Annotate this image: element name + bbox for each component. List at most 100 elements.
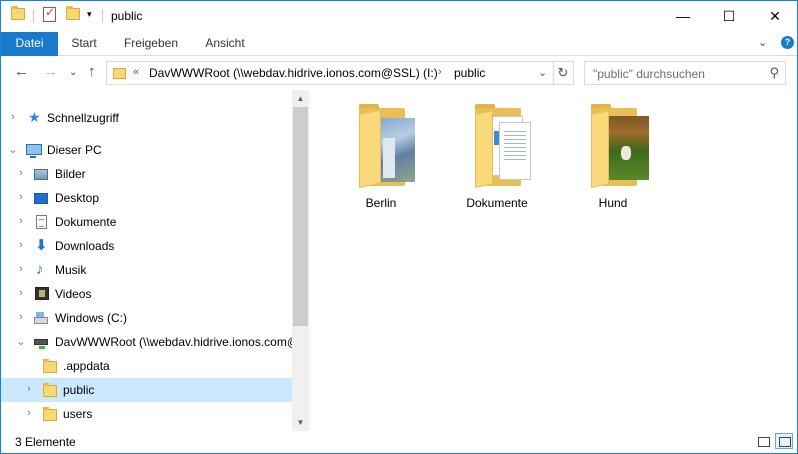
- qat-dropdown-icon[interactable]: ▾: [87, 9, 92, 20]
- nav-item-users[interactable]: › users: [1, 402, 292, 426]
- nav-label: Videos: [55, 287, 92, 301]
- pc-icon: [26, 144, 42, 158]
- nav-item-videos[interactable]: › Videos: [1, 282, 292, 306]
- title-separator: [102, 9, 103, 23]
- details-view-icon[interactable]: [754, 433, 772, 449]
- nav-label: Musik: [55, 263, 87, 277]
- up-button[interactable]: ↑: [88, 64, 96, 79]
- folder-label: Dokumente: [466, 196, 528, 210]
- tab-ansicht[interactable]: Ansicht: [197, 32, 253, 56]
- document-page: [499, 122, 531, 180]
- help-icon[interactable]: ?: [781, 36, 794, 49]
- folder-front: [591, 110, 609, 188]
- star-icon: ★: [28, 109, 41, 125]
- nav-item-desktop[interactable]: › Desktop: [1, 186, 292, 210]
- scroll-up-icon[interactable]: ▲: [292, 90, 309, 107]
- folder-photo-icon: [377, 118, 415, 182]
- network-drive-icon: [34, 339, 48, 349]
- expand-arrow-icon[interactable]: ›: [16, 191, 26, 203]
- nav-item-public[interactable]: › public: [1, 378, 292, 402]
- expand-arrow-icon[interactable]: ›: [16, 239, 26, 251]
- expand-arrow-icon[interactable]: ›: [16, 263, 26, 275]
- nav-label: .appdata: [63, 359, 110, 373]
- expand-arrow-icon[interactable]: ›: [16, 287, 26, 299]
- breadcrumb-drive[interactable]: DavWWWRoot (\\webdav.hidrive.ionos.com@S…: [149, 66, 438, 80]
- nav-label: Windows (C:): [55, 311, 128, 325]
- nav-item-schnellzugriff[interactable]: › ★ Schnellzugriff: [1, 106, 292, 130]
- refresh-button[interactable]: ↻: [553, 61, 574, 85]
- downloads-icon: ⬇: [35, 237, 48, 254]
- properties-icon[interactable]: ✓: [43, 5, 56, 22]
- expand-arrow-icon[interactable]: ›: [16, 215, 26, 227]
- large-icons-view-icon[interactable]: [775, 433, 793, 449]
- nav-label: Dokumente: [55, 215, 117, 229]
- folder-icon: [43, 407, 57, 421]
- expand-arrow-icon[interactable]: ›: [16, 311, 26, 323]
- scroll-down-icon[interactable]: ▼: [292, 414, 309, 431]
- breadcrumb-public[interactable]: public: [454, 66, 485, 80]
- folder-tile-hund[interactable]: Hund: [565, 104, 661, 214]
- window-folder-icon: [11, 6, 25, 20]
- address-row: ← → ⌄ ↑ « DavWWWRoot (\\webdav.hidrive.i…: [1, 56, 797, 90]
- nav-scrollbar[interactable]: ▲ ▼: [292, 90, 309, 431]
- nav-label: users: [63, 407, 93, 421]
- checkmark-glyph: ✓: [45, 5, 56, 19]
- tab-datei[interactable]: Datei: [1, 32, 58, 56]
- folder-tile-dokumente[interactable]: Dokumente: [449, 104, 545, 214]
- qat-separator: [33, 9, 34, 23]
- folder-icon: [43, 383, 57, 397]
- minimize-button[interactable]: —: [660, 1, 706, 32]
- nav-label: Dieser PC: [47, 143, 102, 157]
- expand-arrow-icon[interactable]: ›: [24, 383, 34, 395]
- item-count: 3 Elemente: [15, 435, 76, 449]
- scroll-thumb[interactable]: [293, 107, 308, 326]
- nav-item-appdata[interactable]: .appdata: [1, 354, 292, 378]
- file-list: Berlin Dokumente Hund: [310, 90, 797, 431]
- nav-item-musik[interactable]: › ♪ Musik: [1, 258, 292, 282]
- collapse-arrow-icon[interactable]: ⌄: [8, 143, 18, 156]
- breadcrumb-separator[interactable]: ›: [438, 66, 442, 78]
- search-input[interactable]: "public" durchsuchen ⚲: [584, 61, 786, 85]
- title-bar: ✓ ▾ public — ☐ ✕: [1, 1, 797, 32]
- folder-front: [359, 109, 381, 188]
- recent-locations-button[interactable]: ⌄: [69, 65, 77, 80]
- folder-label: Hund: [598, 196, 628, 210]
- close-button[interactable]: ✕: [752, 1, 797, 32]
- ribbon-expand-icon[interactable]: ⌄: [758, 36, 767, 49]
- nav-item-dieser-pc[interactable]: ⌄ Dieser PC: [1, 138, 292, 162]
- nav-label: Schnellzugriff: [47, 111, 119, 125]
- expand-arrow-icon[interactable]: ›: [24, 407, 34, 419]
- window-title: public: [111, 9, 143, 23]
- ribbon-tabs: Datei Start Freigeben Ansicht ⌄ ?: [1, 32, 797, 56]
- breadcrumb-overflow[interactable]: «: [133, 66, 139, 78]
- search-placeholder: "public" durchsuchen: [593, 67, 705, 81]
- navigation-pane: › ★ Schnellzugriff ⌄ Dieser PC › Bilder …: [1, 90, 292, 431]
- folder-icon: [43, 359, 57, 373]
- maximize-button[interactable]: ☐: [706, 1, 752, 32]
- expand-arrow-icon[interactable]: ›: [8, 111, 18, 123]
- nav-label: public: [63, 383, 95, 397]
- folder-photo-icon: [609, 116, 649, 180]
- desktop-icon: [34, 193, 48, 204]
- search-icon[interactable]: ⚲: [769, 65, 779, 81]
- nav-item-davwwwroot[interactable]: ⌄ DavWWWRoot (\\webdav.hidrive.ionos.com…: [1, 330, 292, 354]
- address-bar[interactable]: « DavWWWRoot (\\webdav.hidrive.ionos.com…: [106, 61, 554, 85]
- videos-icon: [35, 287, 49, 300]
- nav-item-dokumente[interactable]: › Dokumente: [1, 210, 292, 234]
- tab-freigeben[interactable]: Freigeben: [117, 32, 185, 56]
- tab-start[interactable]: Start: [63, 32, 105, 56]
- back-button[interactable]: ←: [14, 64, 29, 79]
- nav-label: Bilder: [55, 167, 86, 181]
- expand-arrow-icon[interactable]: ›: [16, 167, 26, 179]
- nav-item-windows-c[interactable]: › Windows (C:): [1, 306, 292, 330]
- forward-button[interactable]: →: [43, 64, 58, 79]
- drive-icon: [34, 312, 48, 324]
- new-folder-icon[interactable]: [66, 6, 80, 20]
- nav-item-downloads[interactable]: › ⬇ Downloads: [1, 234, 292, 258]
- folder-front: [475, 110, 493, 188]
- music-icon: ♪: [36, 261, 44, 278]
- nav-item-bilder[interactable]: › Bilder: [1, 162, 292, 186]
- address-dropdown-icon[interactable]: ⌄: [538, 66, 547, 79]
- collapse-arrow-icon[interactable]: ⌄: [16, 335, 26, 348]
- folder-tile-berlin[interactable]: Berlin: [333, 104, 429, 214]
